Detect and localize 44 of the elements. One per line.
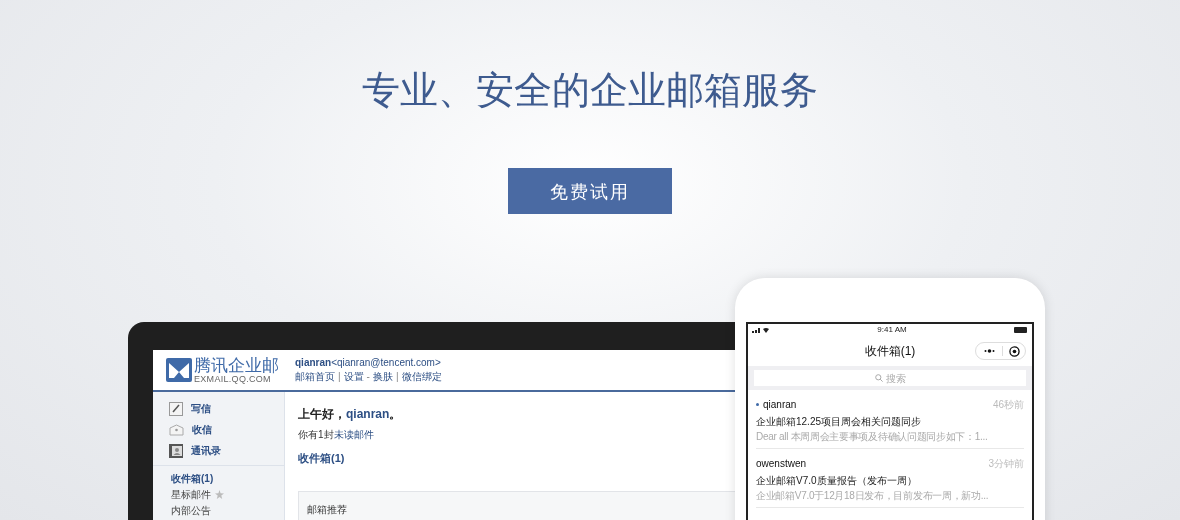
message-item[interactable]: qianran 46秒前 企业邮箱12.25项目周会相关问题同步 Dear all 本周周会主要事项及待确认问题同步如下：1... [756,390,1024,449]
message-sender: owenstwen [756,457,807,471]
folder-link[interactable]: 内部公告 [171,502,211,518]
logo-name: 腾讯企业邮 [194,356,279,375]
header-link[interactable]: 邮箱首页 [295,371,335,383]
greeting: 上午好，qianran。 [298,406,403,422]
user-email: <qianran@tencent.com> [331,357,441,369]
message-preview: Dear all 本周周会主要事项及待确认问题同步如下：1... [756,430,989,443]
folder-link[interactable]: 星标邮件 [171,486,211,502]
header-link[interactable]: 换肤 [372,371,393,383]
battery-icon [1014,327,1028,333]
inbox-link[interactable]: 收件箱(1) [298,450,345,467]
pencil-icon [169,401,183,416]
status-time: 9:41 AM [877,324,907,336]
message-sender: qianran [763,398,797,412]
user-name: qianran [295,357,332,369]
unread-notice: 你有1封 [298,429,334,441]
envelope-icon [169,423,184,436]
header-link[interactable]: 微信绑定 [401,371,442,383]
message-time: 46秒前 [992,398,1024,412]
search-icon [874,374,883,382]
sidebar-action[interactable]: 收信 [192,422,212,437]
panel-title: 邮箱推荐 [307,503,347,515]
message-preview: 企业邮箱V7.0于12月18日发布，目前发布一周，新功... [756,489,990,502]
star-icon[interactable] [215,489,224,499]
free-trial-button[interactable]: 免费试用 [508,168,672,214]
message-subject: 企业邮箱12.25项目周会相关问题同步 [756,415,923,428]
folder-link[interactable]: 收件箱(1) [171,470,214,486]
envelope-logo-icon [166,358,192,382]
sidebar-action[interactable]: 通讯录 [191,443,221,458]
unread-mail-link[interactable]: 未读邮件 [333,429,374,441]
search-placeholder: 搜索 [885,371,906,386]
more-icon[interactable] [984,349,995,353]
logo-domain: EXMAIL.QQ.COM [194,374,271,384]
message-subject: 企业邮箱V7.0质量报告（发布一周） [756,474,918,487]
signal-icon [752,327,770,333]
separator: | [338,371,341,383]
sidebar-action[interactable]: 写信 [191,401,211,416]
phone-title: 收件箱(1) [864,343,916,360]
separator: | [395,371,399,383]
contact-card-icon [169,443,183,458]
hero-title: 专业、安全的企业邮箱服务 [362,67,818,114]
separator: - [366,371,370,383]
header-link[interactable]: 设置 [343,371,364,383]
